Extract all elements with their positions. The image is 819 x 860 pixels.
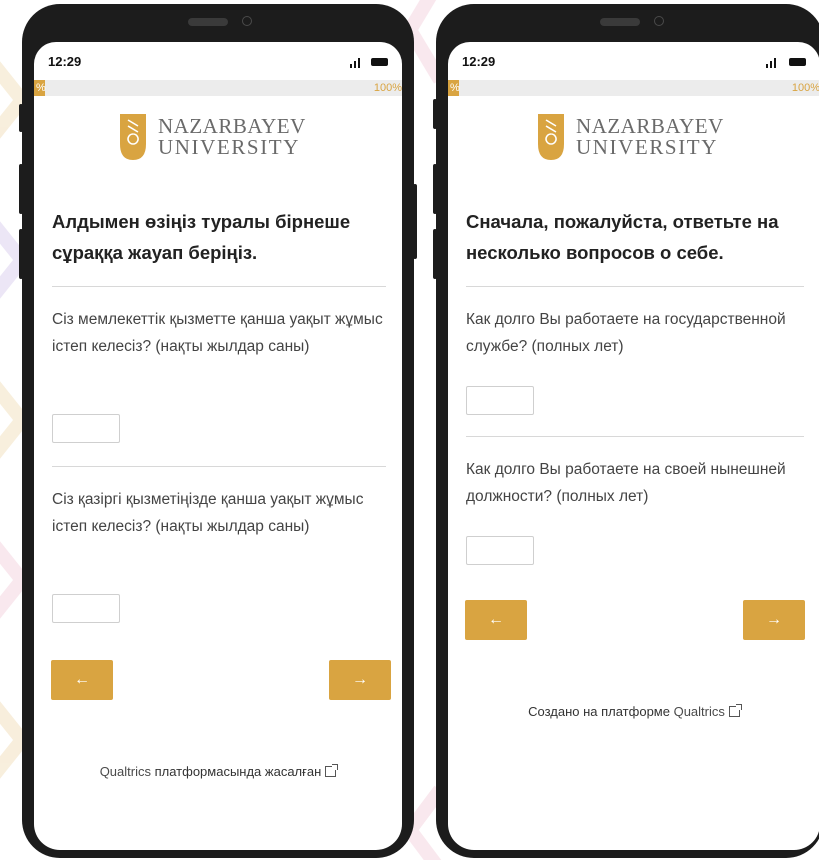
question-1-text: Сіз мемлекеттік қызметте қанша уақыт жұм… (52, 311, 383, 355)
phone-side-button (433, 164, 437, 214)
shield-icon (538, 114, 564, 160)
battery-icon (371, 58, 388, 66)
progress-end-label: 100% (791, 82, 819, 94)
progress-start-label: % (36, 82, 46, 94)
divider (466, 286, 804, 287)
next-button[interactable]: → (329, 660, 391, 700)
question-1-input[interactable] (52, 414, 120, 443)
footer-link[interactable]: Создано на платформе Qualtrics (448, 704, 819, 719)
page-heading: Алдымен өзіңіз туралы бірнеше сұраққа жа… (52, 211, 351, 263)
progress-start-label: % (450, 82, 460, 94)
logo-line-2: UNIVERSITY (576, 135, 718, 159)
phone-speaker (600, 18, 640, 26)
question-2-input[interactable] (52, 594, 120, 623)
phone-side-button (433, 229, 437, 279)
survey-screen: 12:29 % 100% NAZARBAYEV UNIVERSITY Алдым… (34, 42, 402, 850)
phone-side-button (433, 99, 437, 129)
next-button[interactable]: → (743, 600, 805, 640)
phone-camera (242, 16, 252, 26)
status-time: 12:29 (48, 54, 82, 69)
footer-suffix: платформасында жасалған (150, 764, 322, 779)
survey-screen: 12:29 % 100% NAZARBAYEV UNIVERSITY Снача… (448, 42, 819, 850)
phone-camera (654, 16, 664, 26)
status-time: 12:29 (462, 54, 496, 69)
external-link-icon (728, 704, 742, 717)
progress-bar: % 100% (34, 80, 402, 96)
footer-link[interactable]: Qualtrics платформасында жасалған (34, 764, 402, 779)
phone-speaker (188, 18, 228, 26)
page-heading: Сначала, пожалуйста, ответьте на несколь… (466, 211, 779, 263)
phone-frame-russian: 12:29 % 100% NAZARBAYEV UNIVERSITY Снача… (433, 4, 819, 858)
status-bar: 12:29 (448, 42, 816, 80)
divider (52, 466, 386, 467)
phone-frame-kazakh: 12:29 % 100% NAZARBAYEV UNIVERSITY Алдым… (19, 4, 417, 858)
external-link-icon (325, 764, 339, 777)
logo-line-2: UNIVERSITY (158, 135, 300, 159)
back-button[interactable]: ← (465, 600, 527, 640)
question-2-input[interactable] (466, 536, 534, 565)
progress-bar: % 100% (448, 80, 819, 96)
divider (466, 436, 804, 437)
phone-side-button (19, 104, 23, 132)
battery-icon (789, 58, 806, 66)
signal-icon (766, 58, 778, 68)
divider (52, 286, 386, 287)
phone-side-button (19, 229, 23, 279)
question-1-input[interactable] (466, 386, 534, 415)
footer-brand: Qualtrics (99, 764, 151, 779)
phone-side-button (413, 184, 417, 259)
question-1-text: Как долго Вы работаете на государственно… (466, 311, 786, 355)
footer-prefix: Создано на платформе (528, 704, 674, 719)
logo-line-1: NAZARBAYEV (576, 114, 724, 138)
university-logo: NAZARBAYEV UNIVERSITY (34, 114, 402, 164)
question-2-text: Как долго Вы работаете на своей нынешней… (466, 461, 786, 505)
university-logo: NAZARBAYEV UNIVERSITY (448, 114, 819, 164)
phone-side-button (19, 164, 23, 214)
question-2-text: Сіз қазіргі қызметіңізде қанша уақыт жұм… (52, 491, 364, 535)
logo-line-1: NAZARBAYEV (158, 114, 306, 138)
back-button[interactable]: ← (51, 660, 113, 700)
progress-end-label: 100% (373, 82, 402, 94)
status-bar: 12:29 (34, 42, 402, 80)
footer-brand: Qualtrics (673, 704, 725, 719)
signal-icon (350, 58, 362, 68)
shield-icon (120, 114, 146, 160)
